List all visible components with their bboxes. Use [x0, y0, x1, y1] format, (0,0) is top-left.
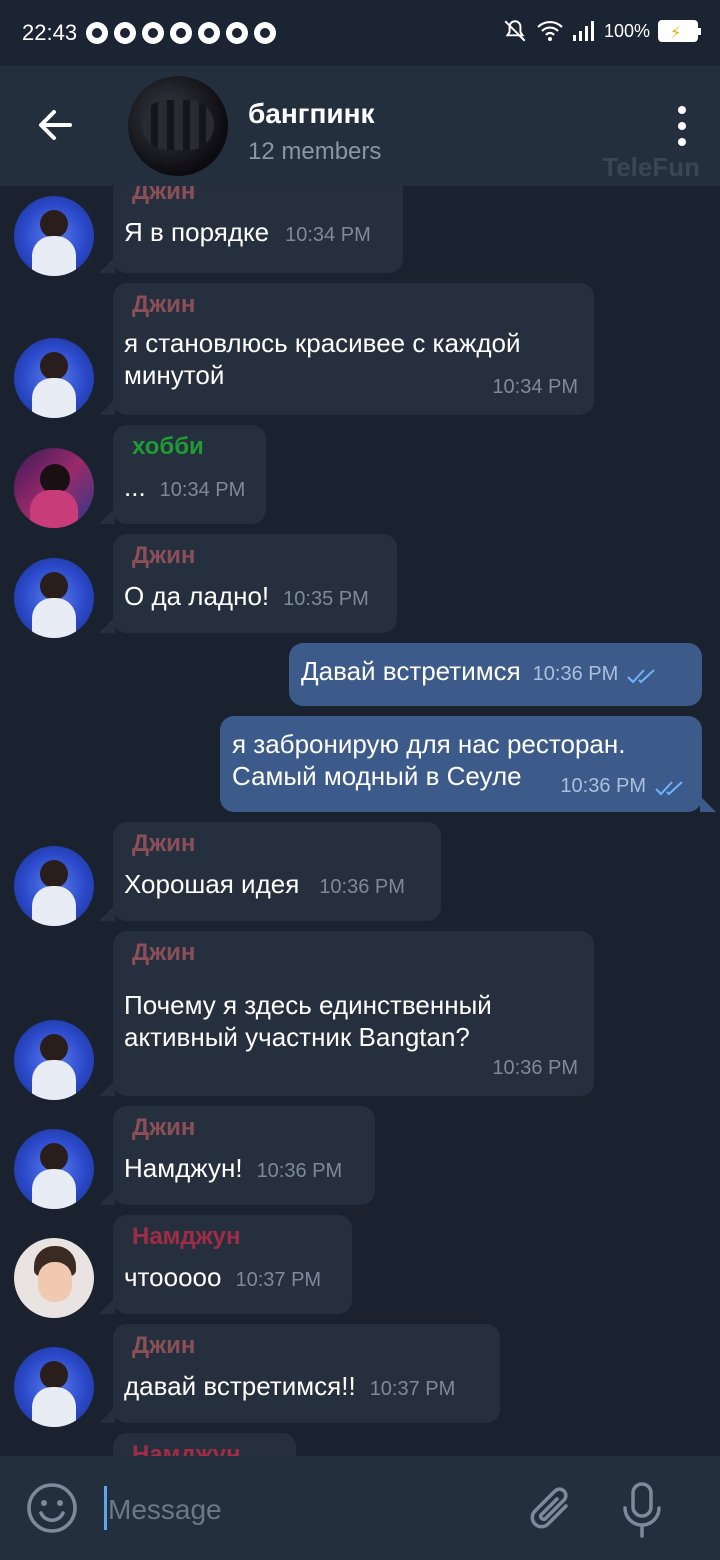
message-text: Давай встретимся — [301, 656, 521, 686]
sender-name: Джин — [132, 291, 196, 318]
message-time: 10:35 PM — [283, 588, 369, 610]
chrome-icon — [114, 22, 136, 44]
read-ticks-icon — [627, 669, 655, 684]
message-text: Почему я здесь единственный активный уча… — [124, 990, 492, 1052]
sender-name: Джин — [132, 1114, 196, 1141]
message-text: чтооооо — [124, 1262, 222, 1292]
message-text: ... — [124, 472, 146, 502]
watermark: TeleFun — [602, 152, 700, 182]
more-menu-icon[interactable] — [672, 106, 692, 146]
sender-name: Намджун — [132, 1223, 241, 1250]
chrome-icon — [254, 22, 276, 44]
message-text: Я в порядке — [124, 217, 270, 247]
battery-percent: 100% — [603, 20, 650, 41]
avatar-jin[interactable] — [14, 846, 94, 926]
chat-header: бангпинк 12 members TeleFun — [0, 66, 720, 186]
sender-name: Джин — [132, 830, 196, 857]
mute-icon — [504, 20, 526, 42]
message-time: 10:36 PM — [319, 876, 405, 898]
status-bar: 22:43 100% ⚡ — [0, 0, 720, 66]
notification-icons — [86, 22, 276, 44]
message-time: 10:34 PM — [492, 376, 578, 398]
avatar-jin[interactable] — [14, 1020, 94, 1100]
message-bubble-outgoing[interactable]: я забронирую для нас ресторан. Самый мод… — [220, 716, 716, 812]
message-time: 10:37 PM — [369, 1378, 456, 1400]
attach-paperclip-icon[interactable] — [526, 1482, 578, 1538]
message-time: 10:34 PM — [159, 479, 246, 501]
message-bubble[interactable]: хобби ... 10:34 PM — [99, 425, 266, 524]
sender-name: Джин — [132, 939, 196, 966]
message-text: давай встретимся!! — [124, 1371, 356, 1401]
chrome-icon — [198, 22, 220, 44]
chrome-icon — [142, 22, 164, 44]
message-bubble[interactable]: Джин Хорошая идея 10:36 PM — [99, 822, 441, 921]
back-arrow-icon[interactable] — [30, 100, 80, 150]
battery-icon: ⚡ — [658, 20, 701, 42]
message-time: 10:34 PM — [285, 224, 371, 246]
message-bubble[interactable]: Джин Я в порядке 10:34 PM — [99, 186, 403, 273]
sender-name: Джин — [132, 1332, 196, 1359]
avatar-jin[interactable] — [14, 1129, 94, 1209]
message-bubble[interactable]: Джин О да ладно! 10:35 PM — [99, 534, 397, 633]
message-bubble[interactable]: Джин Почему я здесь единственный активны… — [99, 931, 594, 1096]
chrome-icon — [226, 22, 248, 44]
message-bubble[interactable]: Джин давай встретимся!! 10:37 PM — [99, 1324, 500, 1423]
sender-name: Намджун — [132, 1441, 241, 1456]
message-time: 10:37 PM — [235, 1269, 322, 1291]
message-bubble[interactable]: Намджун чтооооо 10:37 PM — [99, 1215, 352, 1314]
message-input-bar — [0, 1456, 720, 1560]
chrome-icon — [170, 22, 192, 44]
message-text: Хорошая идея — [124, 869, 300, 899]
sender-name: хобби — [132, 433, 204, 460]
message-time: 10:36 PM — [256, 1160, 343, 1182]
microphone-icon[interactable] — [620, 1480, 664, 1540]
message-bubble-outgoing[interactable]: Давай встретимся 10:36 PM — [289, 643, 702, 706]
message-list[interactable]: Джин Я в порядке 10:34 PM Джин я становлю… — [0, 186, 720, 1456]
avatar-jin[interactable] — [14, 196, 94, 276]
avatar-jin[interactable] — [14, 1347, 94, 1427]
message-text: Намджун! — [124, 1153, 243, 1183]
wifi-icon — [537, 20, 563, 41]
message-time: 10:36 PM — [492, 1057, 578, 1079]
chat-title[interactable]: бангпинк — [248, 98, 375, 130]
message-bubble[interactable]: Джин Намджун! 10:36 PM — [99, 1106, 375, 1205]
avatar-hobi[interactable] — [14, 448, 94, 528]
message-time: 10:36 PM — [532, 663, 619, 685]
message-bubble[interactable]: Джин я становлюсь красивее с каждой мину… — [99, 283, 594, 415]
avatar-jin[interactable] — [14, 558, 94, 638]
text-caret — [104, 1486, 107, 1530]
group-avatar[interactable] — [128, 76, 228, 176]
status-right: 100% ⚡ — [502, 18, 701, 44]
sender-name: Джин — [132, 186, 196, 205]
signal-icon — [572, 21, 594, 41]
avatar-namjoon[interactable] — [14, 1238, 94, 1318]
avatar-jin[interactable] — [14, 338, 94, 418]
sender-name: Джин — [132, 542, 196, 569]
status-time: 22:43 — [22, 20, 78, 45]
emoji-icon[interactable] — [26, 1482, 78, 1534]
read-ticks-icon — [655, 781, 683, 796]
messenger-icon — [86, 22, 108, 44]
message-bubble[interactable]: Намджун — [113, 1433, 296, 1456]
message-text: О да ладно! — [124, 581, 270, 611]
message-input[interactable] — [108, 1490, 488, 1530]
message-time: 10:36 PM — [560, 775, 646, 797]
member-count: 12 members — [248, 138, 382, 165]
